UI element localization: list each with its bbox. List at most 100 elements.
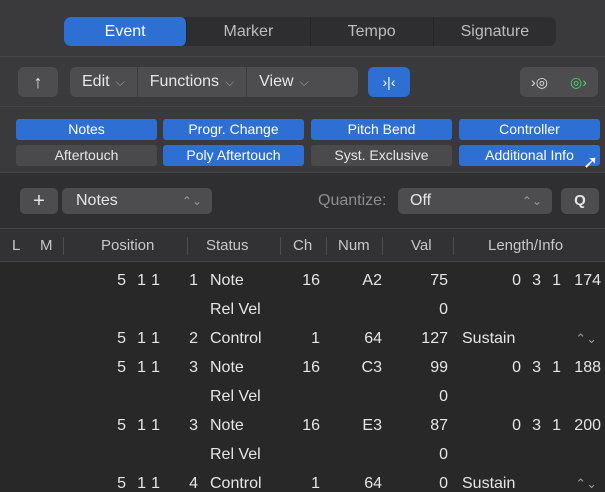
length-division: 1: [552, 272, 561, 289]
event-list-header: L M Position Status Ch Num Val Length/In…: [0, 228, 605, 262]
table-row[interactable]: Rel Vel 0: [0, 440, 605, 469]
column-divider: [280, 237, 281, 255]
tab-event[interactable]: Event: [64, 17, 188, 46]
table-row[interactable]: 5 1 1 4 Control 1 64 0 Sustain ⌃⌄: [0, 469, 605, 492]
add-event-button[interactable]: +: [20, 188, 58, 214]
value-cell: 99: [430, 359, 448, 376]
event-type-filter: Notes Progr. Change Pitch Bend Controlle…: [0, 106, 605, 172]
position-division: 1: [151, 475, 160, 492]
position-bar: 5: [117, 330, 126, 347]
table-row[interactable]: 5 1 1 3 Note 16 C3 99 0 3 1 188: [0, 353, 605, 382]
column-header-ch[interactable]: Ch: [293, 229, 312, 263]
event-list[interactable]: 5 1 1 1 Note 16 A2 75 0 3 1 174 Rel Vel …: [0, 262, 605, 492]
tab-tempo[interactable]: Tempo: [311, 17, 434, 46]
status-cell: Rel Vel: [210, 446, 261, 463]
value-cell: 87: [430, 417, 448, 434]
table-row[interactable]: 5 1 1 1 Note 16 A2 75 0 3 1 174: [0, 266, 605, 295]
tab-signature[interactable]: Signature: [434, 17, 556, 46]
event-list-toolbar: ↑ Edit ⌵ Functions ⌵ View ⌵ ›|‹ ›◎ ◎›: [0, 56, 605, 106]
edit-menu[interactable]: Edit ⌵: [70, 67, 138, 97]
filter-controller-button[interactable]: Controller: [459, 119, 600, 140]
catch-playhead-button[interactable]: ›|‹: [368, 67, 410, 97]
column-header-l[interactable]: L: [12, 229, 20, 263]
column-header-val[interactable]: Val: [411, 229, 432, 263]
updown-arrows-icon: ⌃⌄: [181, 194, 202, 208]
column-header-num[interactable]: Num: [338, 229, 370, 263]
value-cell: 0: [439, 475, 448, 492]
value-cell: 0: [439, 388, 448, 405]
column-divider: [63, 237, 64, 255]
position-tick: 3: [189, 359, 198, 376]
column-divider: [453, 237, 454, 255]
value-cell: 75: [430, 272, 448, 289]
view-menu-label: View: [259, 73, 294, 90]
num-cell: E3: [362, 417, 382, 434]
updown-arrows-icon[interactable]: ⌃⌄: [575, 324, 597, 353]
column-header-m[interactable]: M: [40, 229, 53, 263]
filter-pitch-bend-button[interactable]: Pitch Bend: [311, 119, 452, 140]
position-division: 1: [151, 417, 160, 434]
functions-menu-label: Functions: [149, 73, 220, 90]
quantize-button[interactable]: Q: [561, 188, 599, 214]
chevron-down-icon: ⌵: [225, 75, 235, 89]
local-menu-group: Edit ⌵ Functions ⌵ View ⌵: [70, 67, 358, 97]
edit-menu-label: Edit: [82, 73, 110, 90]
channel-cell: 1: [311, 330, 320, 347]
mouse-pointer-icon: ➚: [583, 152, 599, 172]
tab-marker[interactable]: Marker: [187, 17, 311, 46]
status-cell: Rel Vel: [210, 388, 261, 405]
filter-program-change-button[interactable]: Progr. Change: [163, 119, 304, 140]
table-row[interactable]: Rel Vel 0: [0, 382, 605, 411]
midi-in-icon[interactable]: ◎›: [559, 67, 598, 97]
position-beat: 1: [137, 330, 146, 347]
functions-menu[interactable]: Functions ⌵: [138, 67, 248, 97]
position-tick: 4: [189, 475, 198, 492]
arrow-up-icon: ↑: [33, 72, 43, 92]
info-cell[interactable]: Sustain: [462, 469, 515, 492]
length-beat: 3: [532, 417, 541, 434]
filter-aftertouch-button[interactable]: Aftertouch: [16, 145, 157, 166]
status-cell: Control: [210, 330, 262, 347]
status-cell: Note: [210, 417, 244, 434]
channel-cell: 16: [302, 417, 320, 434]
info-cell[interactable]: Sustain: [462, 324, 515, 353]
chevron-down-icon: ⌵: [299, 75, 309, 89]
channel-cell: 16: [302, 359, 320, 376]
length-tick: 174: [574, 272, 601, 289]
midi-out-icon[interactable]: ›◎: [520, 67, 559, 97]
updown-arrows-icon[interactable]: ⌃⌄: [575, 469, 597, 492]
column-divider: [187, 237, 188, 255]
position-bar: 5: [117, 475, 126, 492]
position-division: 1: [151, 330, 160, 347]
position-beat: 1: [137, 272, 146, 289]
filter-notes-button[interactable]: Notes: [16, 119, 157, 140]
column-divider: [382, 237, 383, 255]
position-division: 1: [151, 359, 160, 376]
table-row[interactable]: 5 1 1 2 Control 1 64 127 Sustain ⌃⌄: [0, 324, 605, 353]
column-header-length-info[interactable]: Length/Info: [488, 229, 563, 263]
position-beat: 1: [137, 417, 146, 434]
event-type-select[interactable]: Notes ⌃⌄: [62, 188, 212, 214]
filter-syst-exclusive-button[interactable]: Syst. Exclusive: [311, 145, 452, 166]
table-row[interactable]: 5 1 1 3 Note 16 E3 87 0 3 1 200: [0, 411, 605, 440]
length-beat: 3: [532, 359, 541, 376]
column-header-status[interactable]: Status: [206, 229, 249, 263]
status-cell: Note: [210, 272, 244, 289]
midi-filter-group: ›◎ ◎›: [520, 67, 598, 97]
column-header-position[interactable]: Position: [101, 229, 154, 263]
length-bar: 0: [512, 272, 521, 289]
num-cell: 64: [364, 475, 382, 492]
quantize-label: Quantize:: [318, 192, 387, 209]
view-menu[interactable]: View ⌵: [247, 67, 321, 97]
quantize-value: Off: [410, 192, 432, 209]
editor-tab-bar: Event Marker Tempo Signature: [0, 0, 605, 56]
value-cell: 127: [421, 330, 448, 347]
quantize-select[interactable]: Off ⌃⌄: [398, 188, 552, 214]
catch-playhead-icon: ›|‹: [382, 74, 396, 90]
position-tick: 1: [189, 272, 198, 289]
filter-additional-info-button[interactable]: Additional Info: [459, 145, 600, 166]
table-row[interactable]: Rel Vel 0: [0, 295, 605, 324]
filter-poly-aftertouch-button[interactable]: Poly Aftertouch: [163, 145, 304, 166]
position-division: 1: [151, 272, 160, 289]
go-to-parent-button[interactable]: ↑: [18, 67, 58, 97]
